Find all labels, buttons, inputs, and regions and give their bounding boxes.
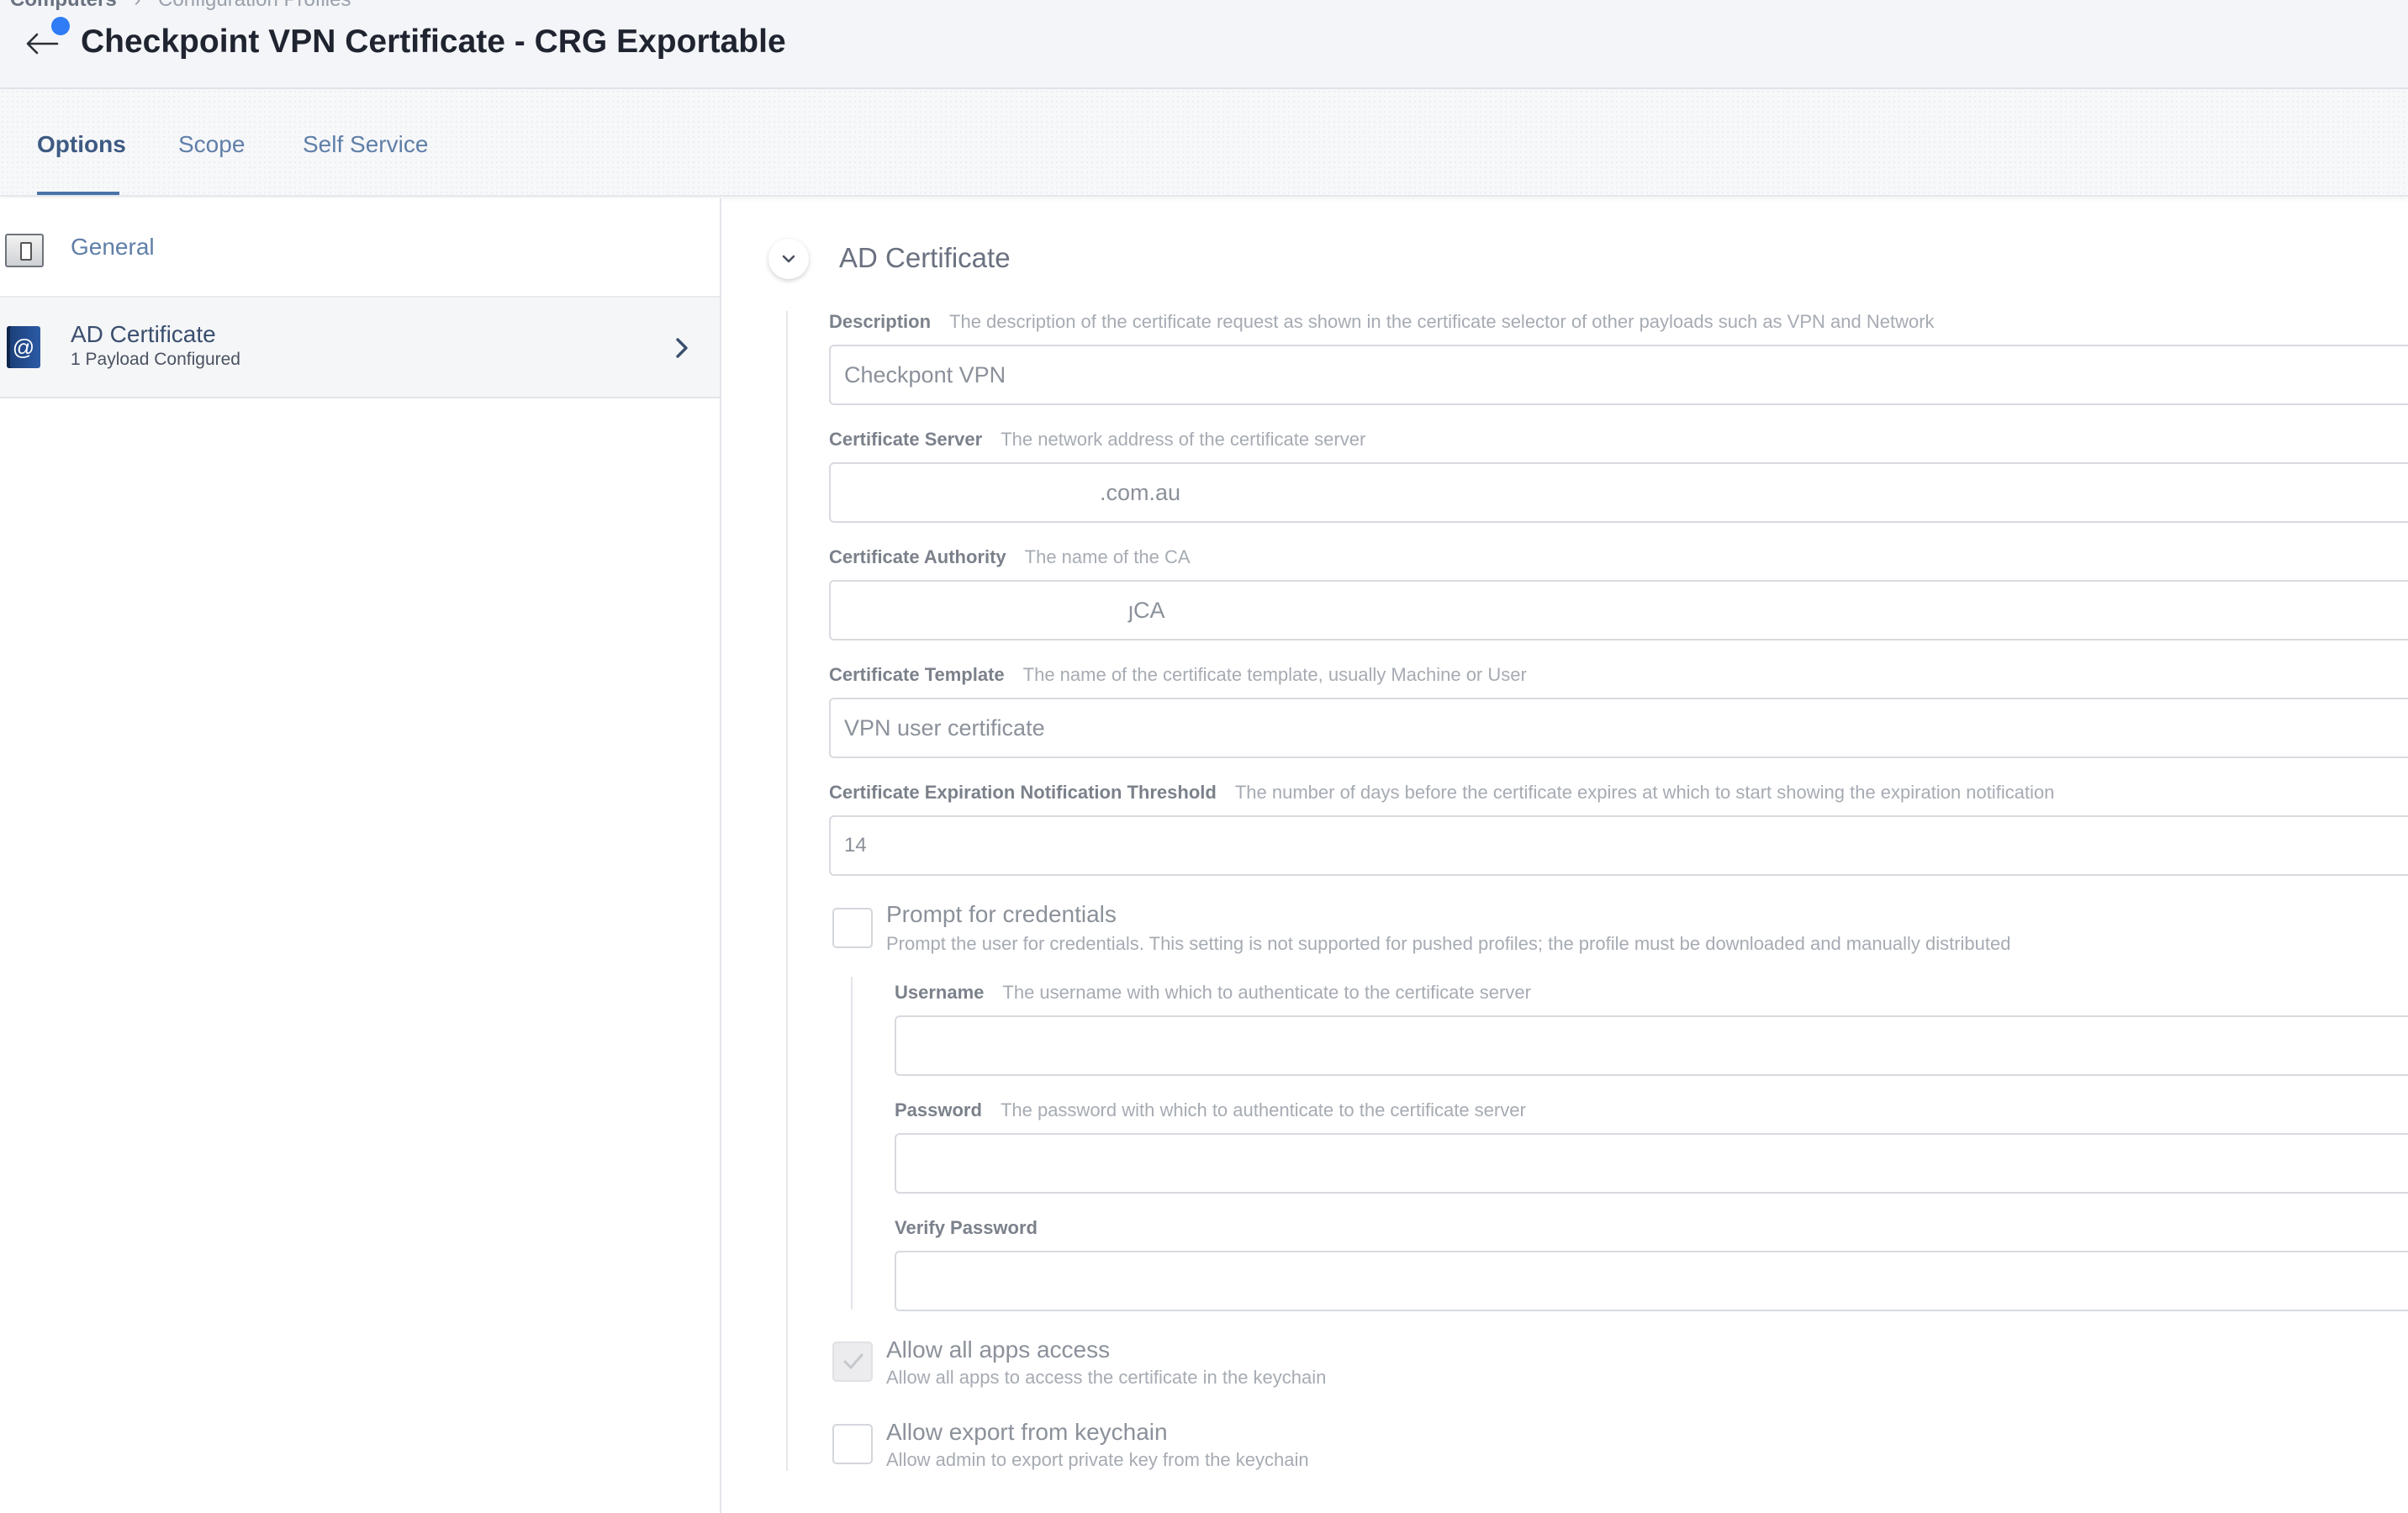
- certificate-server-label: Certificate Server The network address of…: [829, 429, 1365, 451]
- field-label-text: Certificate Expiration Notification Thre…: [829, 782, 1217, 803]
- field-label-text: Username: [895, 982, 985, 1003]
- breadcrumb-configuration-profiles[interactable]: Configuration Profiles: [158, 0, 351, 11]
- description-input[interactable]: Checkpont VPN: [829, 345, 2408, 405]
- allow-export-checkbox[interactable]: [832, 1424, 873, 1464]
- redacted-text: [844, 482, 1100, 507]
- field-help-text: The password with which to authenticate …: [1000, 1099, 1526, 1120]
- verify-password-input[interactable]: [895, 1251, 2408, 1311]
- expiration-threshold-input[interactable]: 14: [829, 815, 2408, 876]
- sidebar-item-label: AD Certificate: [71, 321, 216, 347]
- sidebar-item-label: General: [71, 234, 155, 260]
- field-label-text: Certificate Authority: [829, 546, 1006, 567]
- allow-export-label: Allow export from keychain: [886, 1419, 1168, 1445]
- allow-all-apps-label: Allow all apps access: [886, 1336, 1111, 1363]
- tab-options[interactable]: Options: [37, 131, 126, 158]
- breadcrumb: Computers › Configuration Profiles: [10, 0, 351, 12]
- tab-scope[interactable]: Scope: [178, 131, 245, 158]
- page-header: Computers › Configuration Profiles Check…: [0, 0, 2408, 89]
- field-label-text: Password: [895, 1099, 982, 1120]
- sidebar-item-sublabel: 1 Payload Configured: [71, 350, 240, 369]
- password-input[interactable]: [895, 1133, 2408, 1194]
- notification-dot: [51, 17, 70, 35]
- checkmark-icon: [843, 1353, 863, 1369]
- breadcrumb-separator: ›: [134, 0, 140, 11]
- sidebar-item-general[interactable]: General: [0, 198, 720, 298]
- tab-self-service[interactable]: Self Service: [303, 131, 428, 158]
- prompt-credentials-help: Prompt the user for credentials. This se…: [886, 933, 2011, 954]
- certificate-server-input[interactable]: .com.au: [829, 462, 2408, 523]
- username-input[interactable]: [895, 1015, 2408, 1076]
- credentials-group-divider: [851, 977, 853, 1310]
- back-arrow-icon: [26, 33, 59, 55]
- description-label: Description The description of the certif…: [829, 311, 1935, 333]
- prompt-credentials-label: Prompt for credentials: [886, 901, 1117, 927]
- verify-password-label: Verify Password: [895, 1217, 1038, 1239]
- collapse-section-button[interactable]: [768, 239, 809, 279]
- payload-sidebar: General @ AD Certificate 1 Payload Confi…: [0, 198, 721, 1513]
- general-icon: [5, 234, 44, 267]
- certificate-authority-input[interactable]: ȷCA: [829, 580, 2408, 641]
- field-label-text: Certificate Template: [829, 664, 1005, 685]
- username-label: Username The username with which to authe…: [895, 982, 1531, 1004]
- redacted-text: [844, 599, 1128, 625]
- certificate-server-value: .com.au: [1100, 480, 1181, 505]
- certificate-authority-value: ȷCA: [1128, 598, 1165, 623]
- field-help-text: The network address of the certificate s…: [1001, 429, 1366, 450]
- field-label-text: Verify Password: [895, 1217, 1038, 1238]
- field-help-text: The description of the certificate reque…: [949, 311, 1935, 332]
- field-label-text: Certificate Server: [829, 429, 983, 450]
- field-help-text: The name of the certificate template, us…: [1022, 664, 1527, 685]
- sidebar-item-ad-certificate[interactable]: @ AD Certificate 1 Payload Configured: [0, 298, 720, 398]
- field-help-text: The username with which to authenticate …: [1002, 982, 1531, 1003]
- field-label-text: Description: [829, 311, 932, 332]
- certificate-authority-label: Certificate Authority The name of the CA: [829, 546, 1191, 568]
- active-tab-indicator: [37, 192, 119, 195]
- tab-bar: Options Scope Self Service: [0, 89, 2408, 197]
- field-help-text: The number of days before the certificat…: [1234, 782, 2055, 803]
- prompt-credentials-checkbox[interactable]: [832, 908, 873, 948]
- page-title: Checkpoint VPN Certificate - CRG Exporta…: [81, 24, 786, 60]
- certificate-icon: @: [7, 326, 40, 368]
- certificate-template-label: Certificate Template The name of the cert…: [829, 664, 1527, 686]
- field-help-text: The name of the CA: [1024, 546, 1191, 567]
- section-divider: [786, 311, 788, 1471]
- allow-all-apps-help: Allow all apps to access the certificate…: [886, 1367, 1327, 1388]
- allow-all-apps-checkbox[interactable]: [832, 1342, 873, 1382]
- password-label: Password The password with which to authe…: [895, 1099, 1526, 1121]
- breadcrumb-computers[interactable]: Computers: [10, 0, 117, 11]
- chevron-right-icon: [676, 338, 688, 358]
- section-title: AD Certificate: [839, 242, 1011, 273]
- certificate-template-input[interactable]: VPN user certificate: [829, 698, 2408, 758]
- expiration-threshold-label: Certificate Expiration Notification Thre…: [829, 782, 2054, 804]
- chevron-down-icon: [782, 255, 795, 263]
- allow-export-help: Allow admin to export private key from t…: [886, 1449, 1309, 1470]
